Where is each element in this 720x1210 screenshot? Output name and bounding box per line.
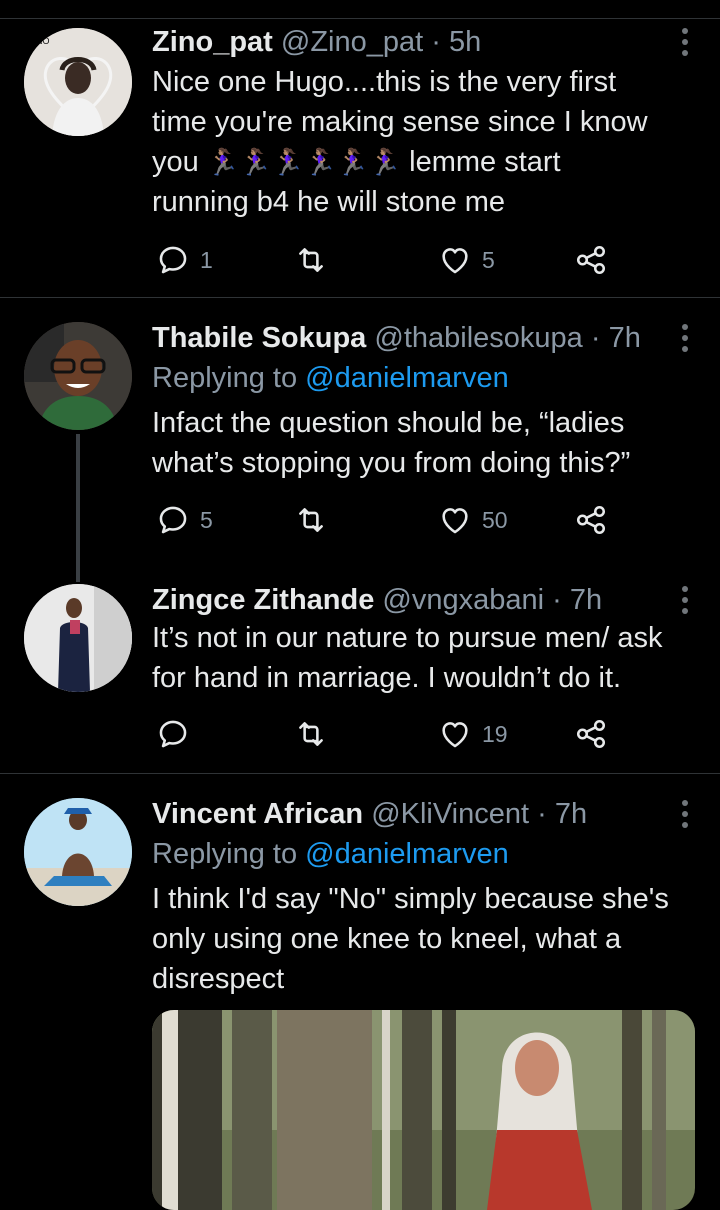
handle-time[interactable]: @KliVincent · 7h <box>371 798 587 830</box>
more-options-icon[interactable] <box>682 800 690 833</box>
thread-line <box>76 434 80 582</box>
tweet-actions: 1 5 <box>152 240 622 280</box>
retweet-button[interactable] <box>294 714 328 754</box>
reply-count: 5 <box>200 506 213 533</box>
retweet-icon <box>299 722 323 746</box>
share-button[interactable] <box>574 500 608 540</box>
tweet-text: Nice one Hugo....this is the very first … <box>152 62 697 222</box>
tweet-divider <box>0 297 720 298</box>
like-count: 19 <box>482 720 508 747</box>
replying-to: Replying to @danielmarven <box>152 358 509 398</box>
tweet-text: I think I'd say "No" simply because she'… <box>152 879 697 999</box>
reply-icon <box>159 506 187 534</box>
tweet-header: Zingce Zithande @vngxabani · 7h <box>152 580 602 620</box>
tweet-zingce-zithande[interactable]: Zingce Zithande @vngxabani · 7h It’s not… <box>0 580 720 774</box>
like-button[interactable]: 5 <box>438 240 495 280</box>
running-woman-emoji: 🏃🏽‍♀️🏃🏽‍♀️🏃🏽‍♀️🏃🏽‍♀️🏃🏽‍♀️🏃🏽‍♀️ <box>206 147 402 177</box>
display-name[interactable]: Vincent African <box>152 798 363 830</box>
retweet-button[interactable] <box>294 240 328 280</box>
reply-button[interactable]: 1 <box>156 240 213 280</box>
share-icon <box>576 245 606 275</box>
like-button[interactable]: 50 <box>438 500 508 540</box>
replying-to-label: Replying to <box>152 838 298 870</box>
tweet-text-fragment: lemme start <box>409 146 561 178</box>
tweet-text-line: only using one knee to kneel, what a <box>152 923 622 955</box>
more-options-icon[interactable] <box>682 586 690 619</box>
display-name[interactable]: Thabile Sokupa <box>152 322 366 354</box>
tweet-text-line: for hand in marriage. I wouldn’t do it. <box>152 662 622 694</box>
avatar[interactable] <box>24 322 132 430</box>
reply-button[interactable]: 5 <box>156 500 213 540</box>
tweet-text: It’s not in our nature to pursue men/ as… <box>152 618 697 698</box>
tweet-thabile-sokupa[interactable]: Thabile Sokupa @thabilesokupa · 7h Reply… <box>0 318 720 582</box>
tweet-text-line: disrespect <box>152 963 285 995</box>
tweet-text-line: time you're making sense since I know <box>152 106 648 138</box>
like-button[interactable]: 19 <box>438 714 508 754</box>
share-icon <box>576 719 606 749</box>
handle-time[interactable]: @vngxabani · 7h <box>382 584 602 616</box>
reply-count: 1 <box>200 246 213 273</box>
avatar-image <box>24 322 132 430</box>
avatar-image: ZINO <box>24 28 132 136</box>
tweet-text-line: running b4 he will stone me <box>152 186 506 218</box>
replying-to: Replying to @danielmarven <box>152 834 509 874</box>
avatar[interactable] <box>24 798 132 906</box>
like-count: 5 <box>482 246 495 273</box>
retweet-icon <box>299 248 323 272</box>
replying-to-label: Replying to <box>152 362 298 394</box>
tweet-zino-pat[interactable]: ZINO Zino_pat @Zino_pat · 5h Nice one Hu… <box>0 0 720 298</box>
share-button[interactable] <box>574 240 608 280</box>
more-options-icon[interactable] <box>682 324 690 357</box>
heart-icon <box>442 248 468 274</box>
avatar[interactable] <box>24 584 132 692</box>
display-name[interactable]: Zingce Zithande <box>152 584 374 616</box>
handle-time[interactable]: @thabilesokupa · 7h <box>374 322 640 354</box>
tweet-text-line: It’s not in our nature to pursue men/ as… <box>152 622 663 654</box>
forest-photo <box>152 1010 695 1210</box>
reply-icon <box>159 246 187 274</box>
tweet-header: Thabile Sokupa @thabilesokupa · 7h <box>152 318 641 358</box>
tweet-divider <box>0 773 720 774</box>
tweet-media-image[interactable] <box>152 1010 695 1210</box>
tweet-text-line: Infact the question should be, “ladies <box>152 407 625 439</box>
heart-icon <box>442 508 468 534</box>
tweet-text-line: you 🏃🏽‍♀️🏃🏽‍♀️🏃🏽‍♀️🏃🏽‍♀️🏃🏽‍♀️🏃🏽‍♀️ lemme… <box>152 142 697 182</box>
retweet-icon <box>299 508 323 532</box>
tweet-header: Zino_pat @Zino_pat · 5h <box>152 22 481 62</box>
tweet-text-line: I think I'd say "No" simply because she'… <box>152 883 669 915</box>
tweet-actions: 5 50 <box>152 500 622 540</box>
like-count: 50 <box>482 506 508 533</box>
reply-button[interactable] <box>156 714 200 754</box>
heart-icon <box>442 722 468 748</box>
tweet-actions: 19 <box>152 714 622 754</box>
share-icon <box>576 505 606 535</box>
svg-text:ZINO: ZINO <box>28 36 50 46</box>
tweet-text-line: Nice one Hugo....this is the very first <box>152 66 617 98</box>
display-name[interactable]: Zino_pat <box>152 26 273 58</box>
avatar-image <box>24 798 132 906</box>
tweet-text-fragment: you <box>152 146 199 178</box>
avatar-image <box>24 584 132 692</box>
retweet-button[interactable] <box>294 500 328 540</box>
reply-icon <box>159 720 187 748</box>
replying-to-link[interactable]: @danielmarven <box>305 362 509 394</box>
more-options-icon[interactable] <box>682 28 690 61</box>
share-button[interactable] <box>574 714 608 754</box>
tweet-text-line: what’s stopping you from doing this?” <box>152 447 631 479</box>
replying-to-link[interactable]: @danielmarven <box>305 838 509 870</box>
tweet-text: Infact the question should be, “ladies w… <box>152 403 697 483</box>
avatar[interactable]: ZINO <box>24 28 132 136</box>
handle-time[interactable]: @Zino_pat · 5h <box>281 26 481 58</box>
tweet-header: Vincent African @KliVincent · 7h <box>152 794 587 834</box>
